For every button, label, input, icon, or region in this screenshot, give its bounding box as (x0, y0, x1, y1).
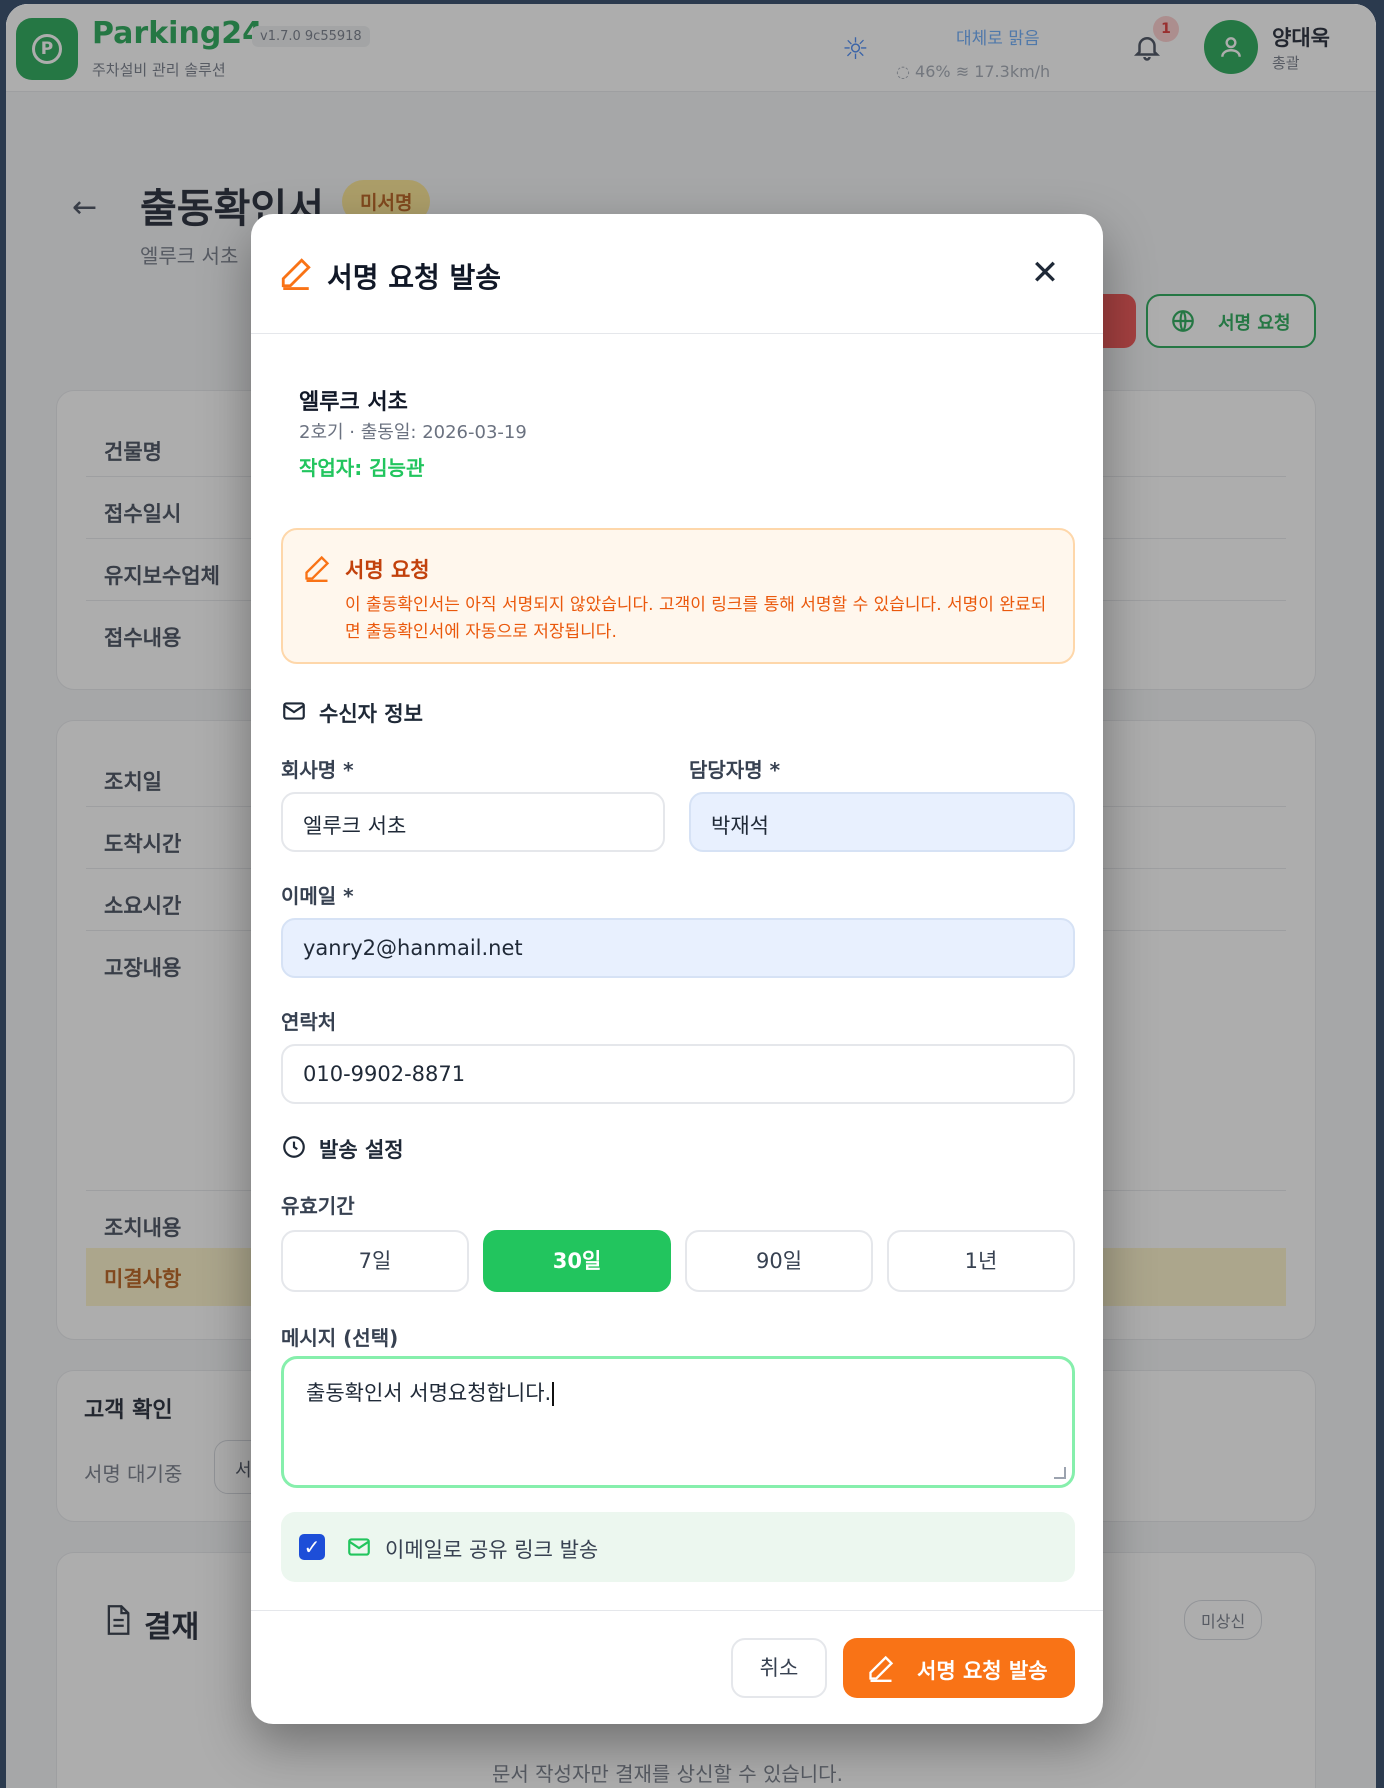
phone-label: 연락처 (281, 1010, 337, 1034)
send-sign-request-button[interactable]: 서명 요청 발송 (843, 1638, 1075, 1698)
mail-icon (283, 702, 305, 720)
share-email-checkbox[interactable]: ✓ (299, 1534, 325, 1560)
close-icon[interactable]: ✕ (1029, 256, 1061, 290)
email-label: 이메일 * (281, 884, 354, 908)
cancel-button[interactable]: 취소 (731, 1638, 827, 1698)
sign-request-alert: 서명 요청 이 출동확인서는 아직 서명되지 않았습니다. 고객이 링크를 통해… (281, 528, 1075, 664)
validity-option-90d[interactable]: 90일 (685, 1230, 873, 1292)
pen-icon (869, 1655, 894, 1682)
company-input[interactable]: 엘루크 서초 (281, 792, 665, 852)
alert-body: 이 출동확인서는 아직 서명되지 않았습니다. 고객이 링크를 통해 서명할 수… (345, 595, 1047, 642)
pen-icon (305, 555, 330, 582)
validity-label: 유효기간 (281, 1194, 355, 1218)
share-email-row[interactable]: ✓ 이메일로 공유 링크 발송 (281, 1512, 1075, 1582)
send-button-label: 서명 요청 발송 (917, 1659, 1048, 1683)
pen-icon (281, 258, 311, 290)
contact-label: 담당자명 * (689, 758, 781, 782)
text-caret (552, 1382, 555, 1406)
send-settings-title: 발송 설정 (319, 1138, 404, 1162)
summary-meta: 2호기 · 출동일: 2026-03-19 (299, 422, 527, 443)
summary-worker: 작업자: 김능관 (299, 456, 425, 480)
alert-title: 서명 요청 (345, 558, 430, 582)
validity-option-7d[interactable]: 7일 (281, 1230, 469, 1292)
message-textarea[interactable]: 출동확인서 서명요청합니다. (281, 1356, 1075, 1488)
sign-request-modal: 서명 요청 발송 ✕ 엘루크 서초 2호기 · 출동일: 2026-03-19 … (251, 214, 1103, 1724)
share-email-label: 이메일로 공유 링크 발송 (385, 1538, 599, 1562)
resize-handle[interactable] (1054, 1467, 1066, 1479)
email-input[interactable]: yanry2@hanmail.net (281, 918, 1075, 978)
message-label: 메시지 (선택) (281, 1326, 399, 1350)
validity-option-30d[interactable]: 30일 (483, 1230, 671, 1292)
validity-option-1y[interactable]: 1년 (887, 1230, 1075, 1292)
phone-input[interactable]: 010-9902-8871 (281, 1044, 1075, 1104)
clock-icon (283, 1136, 305, 1158)
modal-title: 서명 요청 발송 (327, 261, 502, 294)
company-label: 회사명 * (281, 758, 354, 782)
mail-icon (348, 1538, 370, 1556)
contact-input[interactable]: 박재석 (689, 792, 1075, 852)
message-text: 출동확인서 서명요청합니다. (306, 1381, 552, 1405)
summary-company: 엘루크 서초 (299, 390, 408, 415)
recipient-section-title: 수신자 정보 (319, 702, 423, 726)
modal-header: 서명 요청 발송 ✕ (251, 214, 1103, 334)
footer-divider (251, 1610, 1103, 1611)
